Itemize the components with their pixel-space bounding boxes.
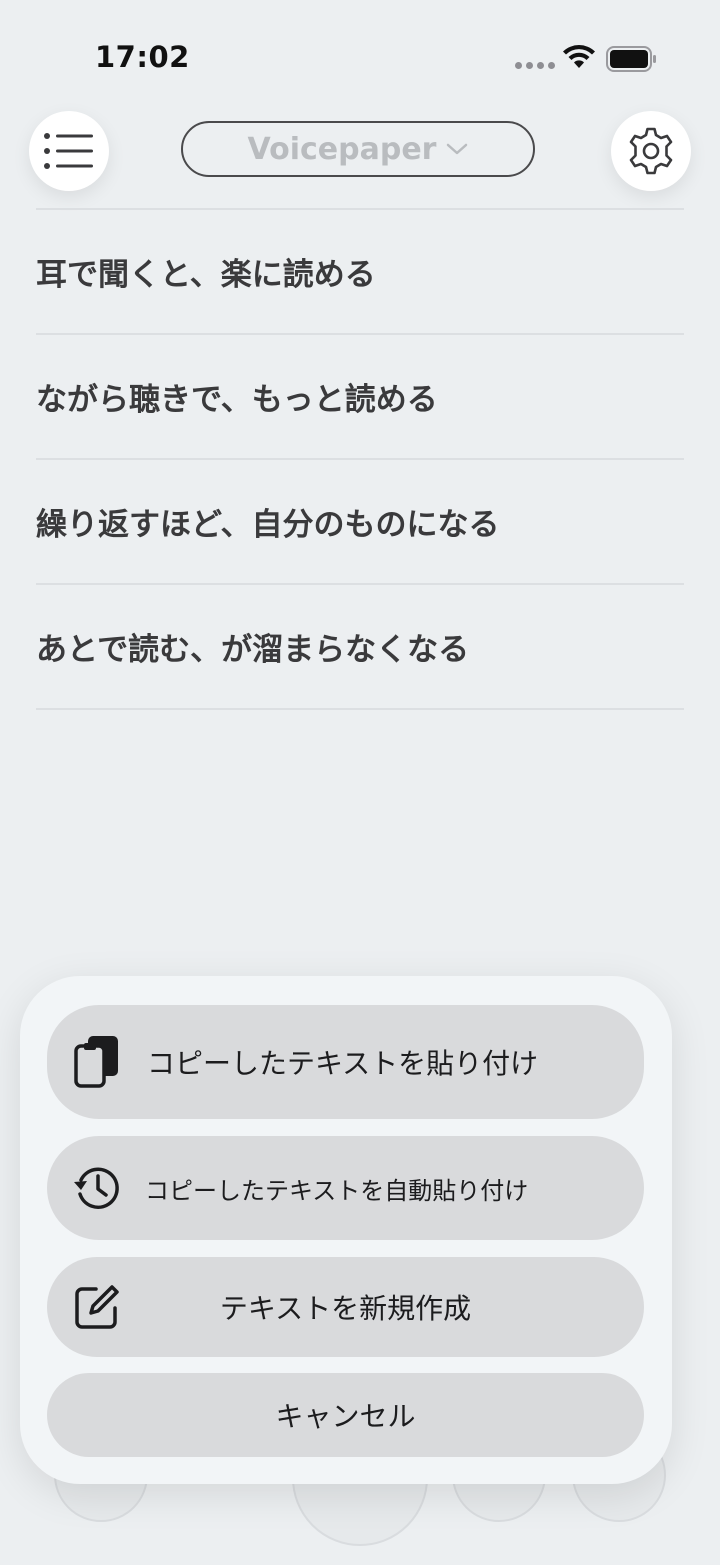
list-item-label: ながら聴きで、もっと読める	[36, 382, 438, 418]
list-item-label: あとで読む、が溜まらなくなる	[36, 632, 470, 668]
paste-copied-text-label: コピーしたテキストを貼り付け	[147, 1047, 539, 1080]
article-list: 耳で聞くと、楽に読める ながら聴きで、もっと読める 繰り返すほど、自分のものにな…	[36, 208, 684, 710]
workspace-selector[interactable]: Voicepaper	[181, 121, 535, 177]
list-item[interactable]: 耳で聞くと、楽に読める	[36, 210, 684, 335]
list-item-label: 繰り返すほど、自分のものになる	[36, 507, 500, 543]
wifi-icon	[563, 45, 595, 68]
cancel-label: キャンセル	[275, 1400, 416, 1433]
clock-history-icon	[71, 1160, 123, 1216]
list-icon	[44, 133, 93, 169]
app-title: Voicepaper	[247, 131, 437, 167]
list-item-label: 耳で聞くと、楽に読める	[36, 257, 376, 293]
status-time: 17:02	[95, 40, 190, 74]
create-new-text-label: テキストを新規作成	[219, 1292, 472, 1325]
auto-paste-copied-text-button[interactable]: コピーしたテキストを自動貼り付け	[47, 1136, 644, 1240]
menu-button[interactable]	[29, 111, 109, 191]
list-item[interactable]: あとで読む、が溜まらなくなる	[36, 585, 684, 710]
battery-icon	[606, 46, 656, 72]
settings-button[interactable]	[611, 111, 691, 191]
list-item[interactable]: 繰り返すほど、自分のものになる	[36, 460, 684, 585]
add-text-action-sheet: コピーしたテキストを貼り付け コピーしたテキストを自動貼り付け テキストを新規作…	[20, 976, 672, 1484]
chevron-down-icon	[447, 143, 468, 155]
gear-icon	[629, 127, 673, 175]
create-new-text-button[interactable]: テキストを新規作成	[47, 1257, 644, 1357]
list-item[interactable]: ながら聴きで、もっと読める	[36, 335, 684, 460]
cancel-button[interactable]: キャンセル	[47, 1373, 644, 1457]
cellular-signal-icon	[515, 62, 555, 69]
paste-copied-text-button[interactable]: コピーしたテキストを貼り付け	[47, 1005, 644, 1119]
status-bar: 17:02	[0, 0, 720, 110]
paste-clipboard-icon	[71, 1034, 123, 1090]
auto-paste-copied-text-label: コピーしたテキストを自動貼り付け	[145, 1176, 529, 1205]
